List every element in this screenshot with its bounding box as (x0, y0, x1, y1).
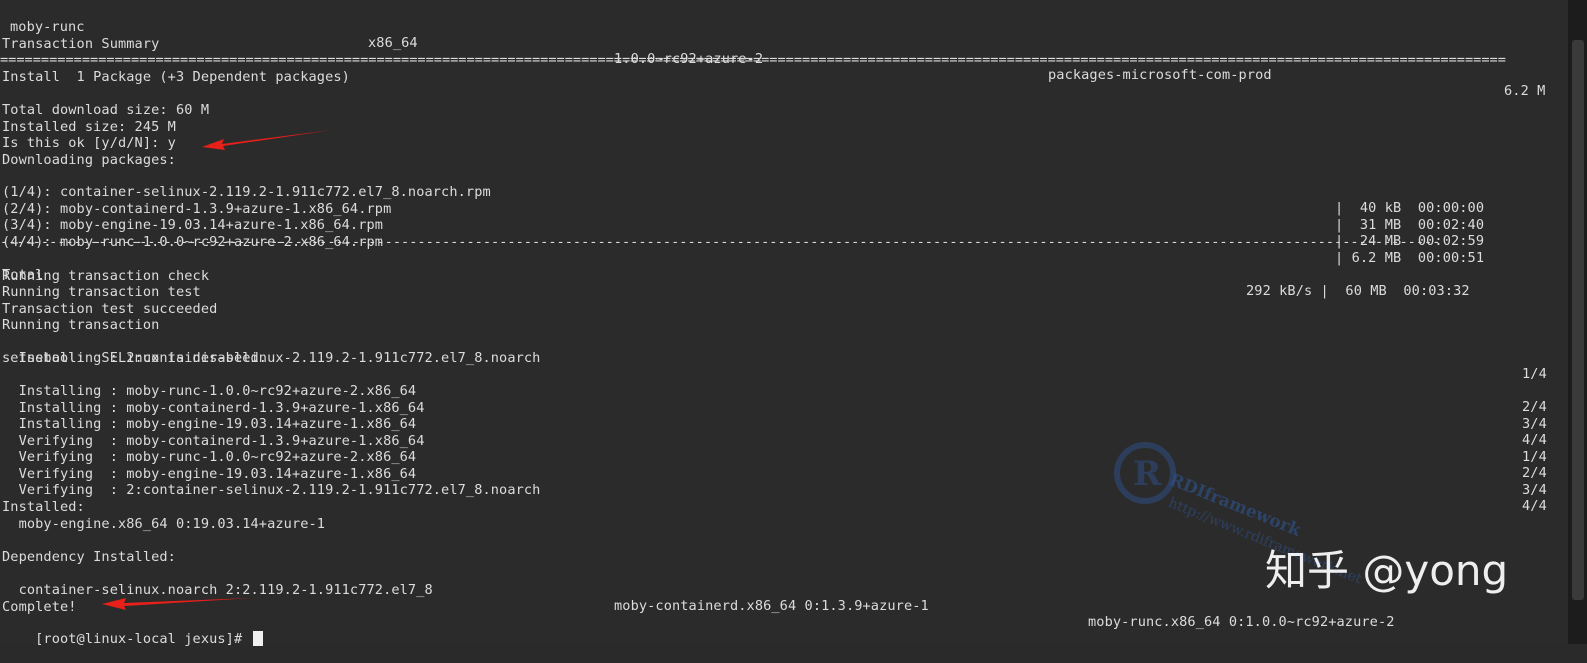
dependency-label: Dependency Installed: (2, 549, 176, 565)
installed-package: moby-engine.x86_64 0:19.03.14+azure-1 (2, 516, 326, 532)
step-count: 4/4 (1522, 432, 1547, 448)
step-text: Verifying : moby-containerd-1.3.9+azure-… (2, 433, 425, 449)
step-row: Verifying : moby-runc-1.0.0~rc92+azure-2… (2, 433, 1547, 481)
dependency-item: moby-containerd.x86_64 0:1.3.9+azure-1 (614, 598, 929, 614)
download-size: | 31 MB 00:02:40 (1335, 217, 1485, 233)
package-size: 6.2 M (1504, 83, 1546, 99)
step-row: Installing : moby-runc-1.0.0~rc92+azure-… (2, 367, 1547, 415)
download-row: (1/4): container-selinux-2.119.2-1.911c7… (2, 168, 1484, 216)
shell-prompt: [root@linux-local jexus]# (35, 631, 251, 647)
scrollbar[interactable] (1568, 0, 1587, 644)
download-row: (3/4): moby-engine-19.03.14+azure-1.x86_… (2, 201, 1484, 249)
step-row: Verifying : moby-containerd-1.3.9+azure-… (2, 417, 1547, 465)
terminal-window[interactable]: moby-runc x86_64 1.0.0~rc92+azure-2 pack… (0, 0, 1568, 647)
step-row: Verifying : 2:container-selinux-2.119.2-… (2, 466, 1547, 514)
setsebool-line: setsebool: SELinux is disabled. (2, 350, 268, 366)
status-line: Running transaction (2, 317, 160, 333)
dependency-row: container-selinux.noarch 2:2.119.2-1.911… (2, 566, 1395, 630)
step-text: Installing : moby-engine-19.03.14+azure-… (2, 416, 417, 432)
package-name: moby-runc (10, 19, 85, 35)
step-text: Verifying : 2:container-selinux-2.119.2-… (2, 482, 541, 498)
download-row: (4/4): moby-runc-1.0.0~rc92+azure-2.x86_… (2, 218, 1484, 266)
scrollbar-thumb[interactable] (1572, 40, 1584, 600)
installed-size: Installed size: 245 M (2, 119, 176, 135)
separator-dash: ----------------------------------------… (0, 234, 1441, 250)
total-download-size: Total download size: 60 M (2, 102, 210, 118)
dependency-item: moby-runc.x86_64 0:1.0.0~rc92+azure-2 (1088, 614, 1395, 630)
step-row: Installing : moby-containerd-1.3.9+azure… (2, 384, 1547, 432)
download-size: | 6.2 MB 00:00:51 (1335, 250, 1485, 266)
status-line: Transaction test succeeded (2, 301, 218, 317)
step-count: 3/4 (1522, 416, 1547, 432)
zhihu-watermark: 知乎 @yong (1265, 546, 1509, 595)
download-name: (1/4): container-selinux-2.119.2-1.911c7… (2, 184, 491, 200)
package-row: moby-runc x86_64 1.0.0~rc92+azure-2 pack… (2, 3, 1545, 99)
summary-title: Transaction Summary (2, 36, 160, 52)
step-row: Verifying : moby-engine-19.03.14+azure-1… (2, 450, 1547, 498)
status-line: Running transaction check (2, 268, 210, 284)
package-arch: x86_64 (368, 35, 418, 51)
download-name: (2/4): moby-containerd-1.3.9+azure-1.x86… (2, 201, 392, 217)
step-text: Installing : moby-runc-1.0.0~rc92+azure-… (2, 383, 417, 399)
step-text: Verifying : moby-engine-19.03.14+azure-1… (2, 466, 417, 482)
step-count: 3/4 (1522, 482, 1547, 498)
step-row: Installing : 2:container-selinux-2.119.2… (2, 334, 1547, 382)
annotation-arrow-icon (102, 598, 252, 610)
package-repo: packages-microsoft-com-prod (1048, 67, 1272, 83)
step-row: Installing : moby-engine-19.03.14+azure-… (2, 400, 1547, 448)
annotation-arrow-icon (202, 130, 332, 150)
complete-message: Complete! (2, 599, 77, 615)
step-count: 4/4 (1522, 498, 1547, 514)
downloading-label: Downloading packages: (2, 152, 176, 168)
total-row: Total 292 kB/s | 60 MB 00:03:32 (2, 251, 1470, 299)
step-text: Verifying : moby-runc-1.0.0~rc92+azure-2… (2, 449, 417, 465)
shell-prompt-line[interactable]: [root@linux-local jexus]# (2, 615, 263, 647)
step-text: Installing : moby-containerd-1.3.9+azure… (2, 400, 425, 416)
step-count: 2/4 (1522, 399, 1547, 415)
separator-double: ========================================… (0, 52, 1506, 68)
download-row: (2/4): moby-containerd-1.3.9+azure-1.x86… (2, 185, 1484, 233)
status-line: Running transaction test (2, 284, 201, 300)
confirm-prompt: Is this ok [y/d/N]: y (2, 135, 176, 151)
installed-label: Installed: (2, 499, 85, 515)
step-count: 1/4 (1522, 449, 1547, 465)
step-count: 2/4 (1522, 465, 1547, 481)
download-size: | 40 kB 00:00:00 (1335, 200, 1485, 216)
step-count: 1/4 (1522, 366, 1547, 382)
total-rate: 292 kB/s | 60 MB 00:03:32 (1246, 283, 1470, 299)
download-name: (3/4): moby-engine-19.03.14+azure-1.x86_… (2, 217, 384, 233)
install-line: Install 1 Package (+3 Dependent packages… (2, 69, 350, 85)
svg-text:R: R (1133, 454, 1162, 494)
